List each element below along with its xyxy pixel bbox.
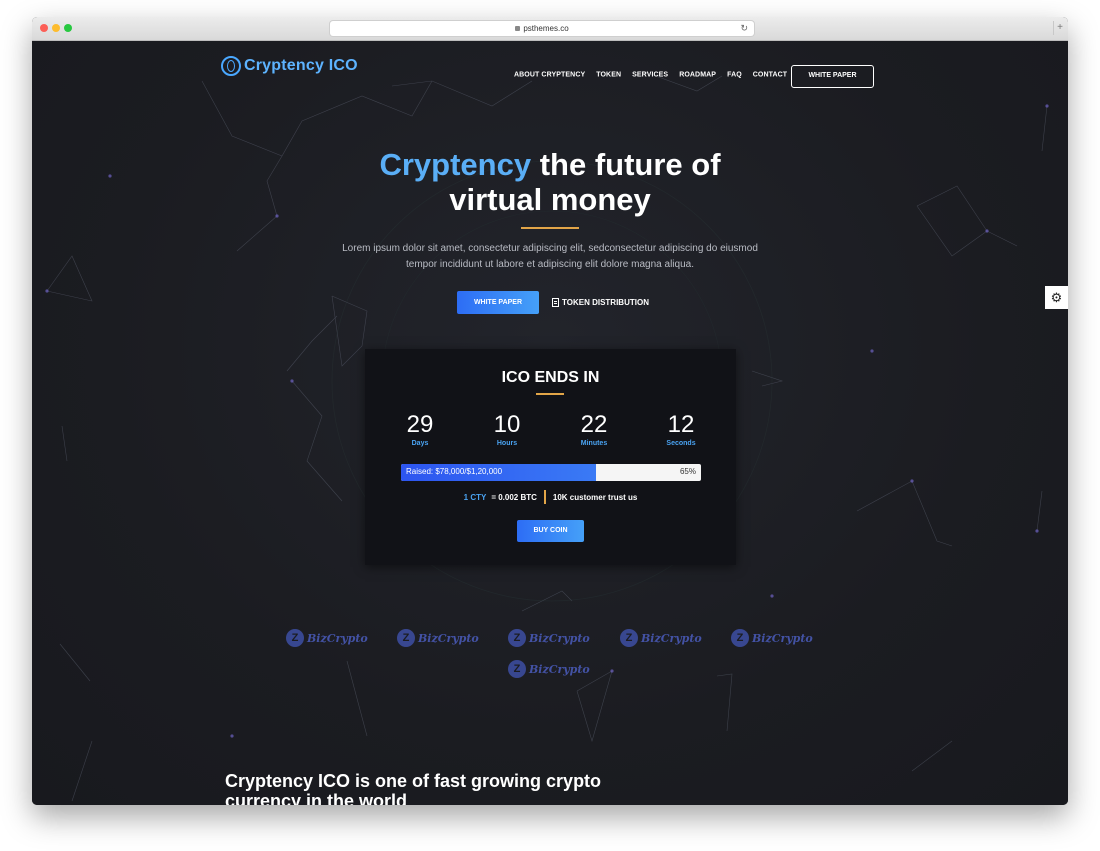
ico-title: ICO ENDS IN bbox=[501, 369, 600, 386]
countdown-label: Seconds bbox=[666, 440, 696, 447]
hero-title-accent: Cryptency bbox=[379, 147, 532, 182]
countdown-label: Hours bbox=[496, 440, 518, 447]
countdown-value: 12 bbox=[667, 411, 695, 438]
lock-icon bbox=[515, 26, 521, 31]
address-bar[interactable]: psthemes.co ↻ bbox=[330, 21, 754, 36]
hero-title-line1: the future of bbox=[531, 147, 721, 182]
rate-cty: 1 CTY bbox=[463, 492, 487, 502]
page: Cryptency ICO ABOUT CRYPTENCY TOKEN SERV… bbox=[32, 41, 1068, 805]
partner-logo[interactable]: Z BizCrypto bbox=[508, 659, 590, 679]
partner-logo[interactable]: Z BizCrypto bbox=[286, 628, 368, 648]
token-rate: 1 CTY = 0.002 BTC 10K customer trust us bbox=[365, 490, 736, 504]
countdown-value: 10 bbox=[493, 411, 521, 438]
gear-icon: ⚙ bbox=[1050, 290, 1063, 305]
rate-separator bbox=[543, 490, 546, 504]
bizcrypto-icon: Z bbox=[620, 629, 638, 647]
countdown-minutes: 22 Minutes bbox=[564, 411, 624, 447]
countdown-days: 29 Days bbox=[390, 411, 450, 447]
header-white-paper-button[interactable]: WHITE PAPER bbox=[791, 65, 874, 88]
bizcrypto-icon: Z bbox=[508, 660, 526, 678]
maximize-window-button[interactable] bbox=[64, 24, 72, 32]
nav-item-contact[interactable]: CONTACT bbox=[753, 72, 787, 79]
trust-text: 10K customer trust us bbox=[552, 492, 638, 502]
countdown-label: Minutes bbox=[580, 440, 608, 447]
hero-title: Cryptency the future of virtual money bbox=[32, 147, 1068, 217]
about-title-line2: currency in the world bbox=[225, 791, 408, 805]
token-distribution-button[interactable]: TOKEN DISTRIBUTION bbox=[552, 291, 649, 314]
bizcrypto-icon: Z bbox=[286, 629, 304, 647]
partner-name: BizCrypto bbox=[641, 631, 702, 645]
partner-logo[interactable]: Z BizCrypto bbox=[731, 628, 813, 648]
minimize-window-button[interactable] bbox=[52, 24, 60, 32]
raised-amount: Raised: $78,000/$1,20,000 bbox=[406, 467, 503, 476]
hero-description-line2: tempor incididunt ut labore et adipiscin… bbox=[406, 259, 694, 270]
countdown-value: 29 bbox=[406, 411, 434, 438]
partner-logo[interactable]: Z BizCrypto bbox=[397, 628, 479, 648]
progress-percent: 65% bbox=[679, 467, 696, 476]
nav-item-about[interactable]: ABOUT CRYPTENCY bbox=[514, 72, 585, 79]
raise-progress-bar: Raised: $78,000/$1,20,000 65% bbox=[401, 464, 701, 481]
nav-item-faq[interactable]: FAQ bbox=[727, 72, 742, 79]
partner-name: BizCrypto bbox=[529, 631, 590, 645]
hero-description: Lorem ipsum dolor sit amet, consectetur … bbox=[332, 241, 768, 273]
reload-icon[interactable]: ↻ bbox=[740, 21, 748, 36]
countdown-seconds: 12 Seconds bbox=[651, 411, 711, 447]
bizcrypto-icon: Z bbox=[508, 629, 526, 647]
main-nav: ABOUT CRYPTENCY TOKEN SERVICES ROADMAP F… bbox=[514, 72, 787, 79]
ico-countdown-card: ICO ENDS IN 29 Days 10 Hours 22 Minutes … bbox=[365, 349, 736, 565]
browser-window: psthemes.co ↻ + Cryptency ICO ABOUT CRYP… bbox=[32, 17, 1068, 805]
partner-logo[interactable]: Z BizCrypto bbox=[620, 628, 702, 648]
partner-name: BizCrypto bbox=[529, 662, 590, 676]
buy-coin-button[interactable]: BUY COIN bbox=[517, 520, 584, 542]
nav-item-token[interactable]: TOKEN bbox=[596, 72, 621, 79]
url-text: psthemes.co bbox=[523, 24, 569, 33]
rate-value: = 0.002 BTC bbox=[491, 492, 537, 502]
about-title: Cryptency ICO is one of fast growing cry… bbox=[225, 771, 625, 805]
partner-name: BizCrypto bbox=[752, 631, 813, 645]
token-distribution-label: TOKEN DISTRIBUTION bbox=[562, 298, 649, 307]
nav-item-roadmap[interactable]: ROADMAP bbox=[679, 72, 716, 79]
countdown-value: 22 bbox=[580, 411, 608, 438]
close-window-button[interactable] bbox=[40, 24, 48, 32]
hero-description-line1: Lorem ipsum dolor sit amet, consectetur … bbox=[342, 243, 758, 254]
logo-text: Cryptency ICO bbox=[244, 57, 358, 74]
countdown-label: Days bbox=[411, 440, 429, 447]
white-paper-button[interactable]: WHITE PAPER bbox=[457, 291, 539, 314]
partner-name: BizCrypto bbox=[307, 631, 368, 645]
hero-divider bbox=[521, 227, 579, 229]
ico-divider bbox=[536, 393, 564, 395]
bizcrypto-icon: Z bbox=[397, 629, 415, 647]
countdown-hours: 10 Hours bbox=[477, 411, 537, 447]
hero-title-line2: virtual money bbox=[449, 182, 651, 217]
new-tab-button[interactable]: + bbox=[1053, 21, 1066, 35]
browser-titlebar: psthemes.co ↻ + bbox=[32, 17, 1068, 41]
logo-icon bbox=[221, 56, 241, 76]
partner-name: BizCrypto bbox=[418, 631, 479, 645]
site-logo[interactable]: Cryptency ICO bbox=[221, 55, 358, 77]
nav-item-services[interactable]: SERVICES bbox=[632, 72, 668, 79]
settings-toggle[interactable]: ⚙ bbox=[1045, 286, 1068, 309]
about-title-line1: Cryptency ICO is one of fast growing cry… bbox=[225, 771, 602, 791]
document-icon bbox=[552, 298, 559, 307]
partner-logo[interactable]: Z BizCrypto bbox=[508, 628, 590, 648]
bizcrypto-icon: Z bbox=[731, 629, 749, 647]
